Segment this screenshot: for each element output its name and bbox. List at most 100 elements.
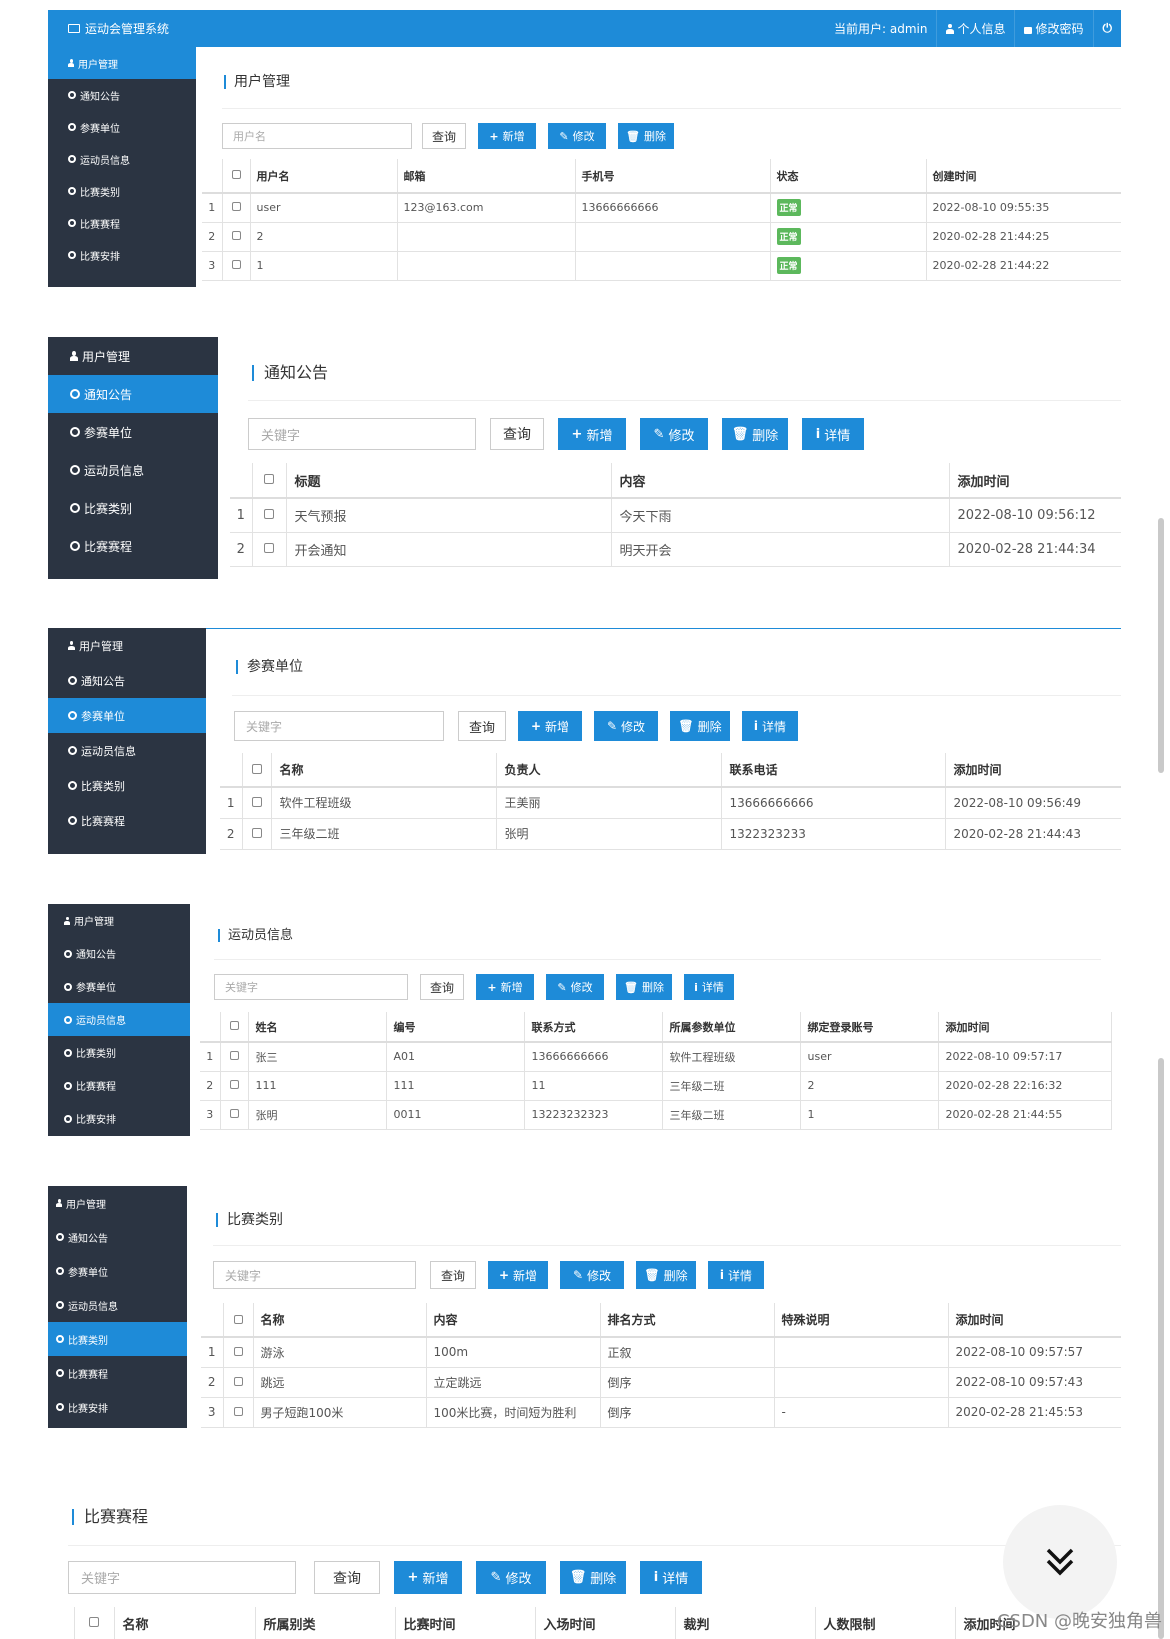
edit-button[interactable]: ✎ 修改 [476, 1561, 546, 1594]
logout-button[interactable]: ⏻ [1092, 10, 1122, 47]
sidebar-item-0[interactable]: 用户管理 [48, 337, 218, 375]
edit-button[interactable]: ✎ 修改 [560, 1261, 624, 1289]
column-header[interactable]: 所属别类 [255, 1607, 396, 1639]
column-header[interactable]: 特殊说明 [774, 1303, 949, 1338]
column-header[interactable]: 名称 [253, 1303, 427, 1338]
delete-button[interactable]: 🗑 删除 [636, 1261, 696, 1289]
sidebar-item-5[interactable]: 比赛赛程 [48, 527, 218, 565]
select-all-checkbox[interactable] [251, 763, 262, 774]
column-header[interactable]: 编号 [386, 1012, 525, 1043]
add-button[interactable]: + 新增 [394, 1561, 462, 1594]
edit-button[interactable]: ✎ 修改 [548, 123, 606, 149]
change-password-link[interactable]: 修改密码 [1014, 10, 1092, 47]
table-row[interactable]: 2 2 正常 2020-02-28 21:44:25 [202, 222, 1121, 252]
table-row[interactable]: 3 男子短跑100米 100米比赛，时间短为胜利 倒序 -2020-02-28 21:4… [201, 1397, 1121, 1428]
select-all-checkbox[interactable] [229, 1021, 239, 1030]
sidebar-item-3[interactable]: 运动员信息 [48, 451, 218, 489]
row-checkbox[interactable] [231, 231, 241, 240]
scroll-down-button[interactable] [1003, 1505, 1117, 1619]
sidebar-item-2[interactable]: 参赛单位 [48, 970, 190, 1003]
sidebar-item-0[interactable]: 用户管理 [48, 628, 206, 663]
column-header[interactable]: 排名方式 [600, 1303, 775, 1338]
column-header[interactable]: 邮箱 [397, 159, 576, 194]
row-checkbox[interactable] [251, 796, 262, 807]
sidebar-item-2[interactable]: 参赛单位 [48, 413, 218, 451]
column-header[interactable]: 负责人 [496, 753, 722, 788]
search-input[interactable]: 用户名 [222, 123, 412, 149]
row-checkbox[interactable] [264, 508, 274, 519]
add-button[interactable]: + 新增 [488, 1261, 548, 1289]
column-header[interactable]: 联系电话 [721, 753, 946, 788]
column-header[interactable]: 名称 [271, 753, 497, 788]
query-button[interactable]: 查询 [490, 418, 544, 450]
table-row[interactable]: 2 三年级二班 张明 1322323233 2020-02-28 21:44:43 [220, 818, 1121, 850]
profile-link[interactable]: 个人信息 [936, 10, 1014, 47]
add-button[interactable]: + 新增 [518, 711, 582, 741]
sidebar-item-5[interactable]: 比赛赛程 [48, 1356, 187, 1390]
query-button[interactable]: 查询 [430, 1261, 476, 1289]
column-header[interactable]: 标题 [286, 463, 612, 499]
add-button[interactable]: + 新增 [558, 418, 626, 450]
detail-button[interactable]: i 详情 [742, 711, 798, 741]
sidebar-item-2[interactable]: 参赛单位 [48, 1254, 187, 1288]
column-header[interactable]: 入场时间 [535, 1607, 676, 1639]
sidebar-item-6[interactable]: 比赛安排 [48, 239, 196, 271]
row-checkbox[interactable] [233, 1347, 243, 1357]
sidebar-item-5[interactable]: 比赛赛程 [48, 1069, 190, 1102]
sidebar-item-0[interactable]: 用户管理 [48, 47, 196, 79]
add-button[interactable]: + 新增 [476, 974, 534, 1000]
table-row[interactable]: 2 111 111 11 三年级二班 2 2020-02-28 22:16:32 [200, 1071, 1112, 1101]
select-all-checkbox[interactable] [264, 473, 274, 484]
sidebar-item-6[interactable]: 比赛安排 [48, 1102, 190, 1135]
column-header[interactable]: 添加时间 [949, 463, 1121, 499]
scrollbar-thumb-lower[interactable] [1158, 1058, 1164, 1639]
column-header[interactable]: 绑定登录账号 [800, 1012, 939, 1043]
search-input[interactable]: 关键字 [213, 1261, 416, 1289]
query-button[interactable]: 查询 [314, 1561, 380, 1594]
sidebar-item-5[interactable]: 比赛赛程 [48, 803, 206, 838]
column-header[interactable]: 所属参数单位 [662, 1012, 801, 1043]
select-all-checkbox[interactable] [231, 170, 241, 179]
sidebar-item-1[interactable]: 通知公告 [48, 663, 206, 698]
edit-button[interactable]: ✎ 修改 [640, 418, 708, 450]
sidebar-item-4[interactable]: 比赛类别 [48, 1322, 187, 1356]
select-all-checkbox[interactable] [233, 1314, 243, 1324]
row-checkbox[interactable] [233, 1407, 243, 1416]
sidebar-item-1[interactable]: 通知公告 [48, 79, 196, 111]
table-row[interactable]: 1 软件工程班级 王美丽 13666666666 2022-08-10 09:56:49 [220, 787, 1121, 819]
column-header[interactable]: 联系方式 [524, 1012, 663, 1043]
sidebar-item-3[interactable]: 运动员信息 [48, 733, 206, 768]
edit-button[interactable]: ✎ 修改 [546, 974, 604, 1000]
detail-button[interactable]: i 详情 [708, 1261, 764, 1289]
sidebar-item-4[interactable]: 比赛类别 [48, 175, 196, 207]
table-row[interactable]: 1 游泳 100m 正叙 2022-08-10 09:57:57 [201, 1337, 1121, 1368]
delete-button[interactable]: 🗑 删除 [560, 1561, 626, 1594]
row-checkbox[interactable] [264, 542, 274, 553]
sidebar-item-3[interactable]: 运动员信息 [48, 143, 196, 175]
search-input[interactable]: 关键字 [68, 1561, 296, 1594]
table-row[interactable]: 1 user 123@163.com 13666666666 正常 2022-08-10 … [202, 193, 1121, 223]
column-header[interactable]: 比赛时间 [395, 1607, 536, 1639]
detail-button[interactable]: i 详情 [640, 1561, 702, 1594]
query-button[interactable]: 查询 [420, 974, 464, 1000]
column-header[interactable]: 手机号 [575, 159, 771, 194]
column-header[interactable]: 裁判 [675, 1607, 816, 1639]
delete-button[interactable]: 🗑 删除 [722, 418, 788, 450]
sidebar-item-5[interactable]: 比赛赛程 [48, 207, 196, 239]
sidebar-item-4[interactable]: 比赛类别 [48, 768, 206, 803]
select-all-checkbox[interactable] [89, 1617, 99, 1627]
row-checkbox[interactable] [233, 1377, 243, 1386]
column-header[interactable]: 名称 [114, 1607, 256, 1639]
delete-button[interactable]: 🗑 删除 [616, 974, 672, 1000]
table-row[interactable]: 2 开会通知 明天开会 2020-02-28 21:44:34 [230, 532, 1121, 567]
sidebar-item-0[interactable]: 用户管理 [48, 904, 190, 937]
row-checkbox[interactable] [229, 1109, 239, 1118]
sidebar-item-1[interactable]: 通知公告 [48, 375, 218, 413]
search-input[interactable]: 关键字 [234, 711, 444, 741]
search-input[interactable]: 关键字 [214, 974, 408, 1000]
brand[interactable]: 运动会管理系统 [48, 20, 195, 37]
sidebar-item-1[interactable]: 通知公告 [48, 1220, 187, 1254]
delete-button[interactable]: 🗑 删除 [618, 123, 674, 149]
table-row[interactable]: 1 天气预报 今天下雨 2022-08-10 09:56:12 [230, 498, 1121, 533]
column-header[interactable]: 添加时间 [948, 1303, 1121, 1338]
